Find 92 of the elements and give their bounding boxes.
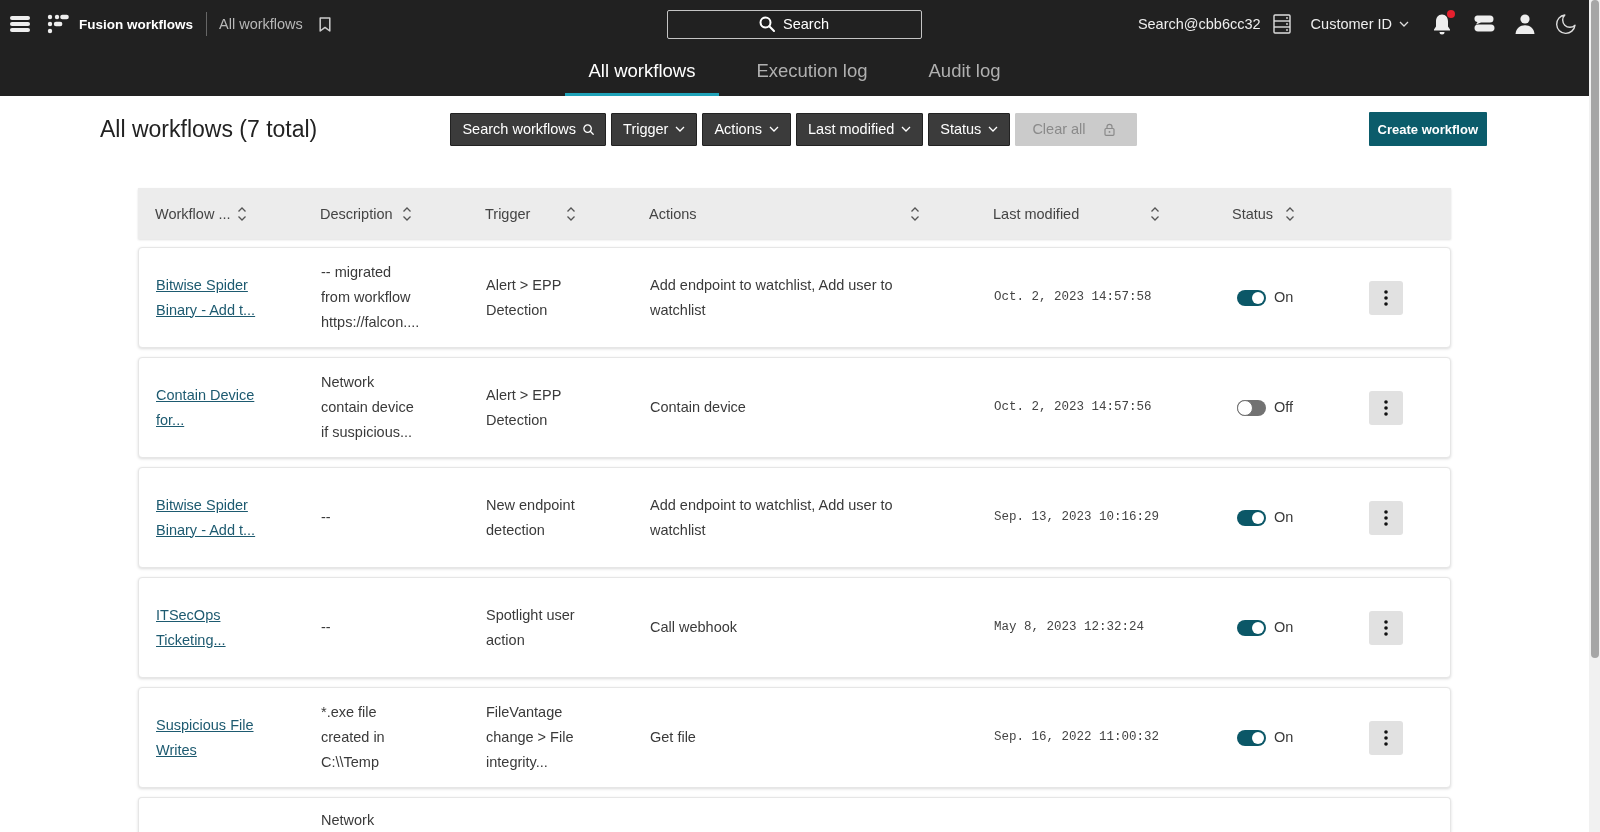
more-button[interactable] [1369, 720, 1403, 755]
chevron-down-icon [988, 126, 999, 132]
scrollbar-thumb[interactable] [1591, 0, 1599, 658]
column-header[interactable]: Last modified [993, 205, 1080, 222]
modified-date: Sep. 13, 2023 10:16:29 [994, 509, 1160, 526]
workflow-description: Network contain device if suspicious... [321, 373, 415, 442]
chevron-down-icon [1399, 21, 1409, 27]
chat-bubbles-icon[interactable] [1473, 14, 1495, 34]
workflow-link[interactable]: Contain Device for... [156, 382, 271, 433]
status-label: Off [1274, 398, 1294, 417]
trigger-text: Alert > EPP Detection [486, 275, 563, 320]
more-button[interactable] [1369, 390, 1403, 425]
workflow-link[interactable]: Bitwise Spider Binary - Add t... [156, 272, 271, 323]
modified-date: Oct. 2, 2023 14:57:56 [994, 399, 1152, 416]
toggle-switch[interactable] [1237, 619, 1266, 636]
column-header[interactable]: Actions [649, 205, 697, 222]
chevron-down-icon [901, 126, 912, 132]
more-icon [1384, 289, 1388, 306]
status-label: On [1274, 728, 1294, 747]
workflow-link[interactable]: Bitwise Spider Binary - Add t... [156, 492, 271, 543]
trigger-text: Spotlight user action [486, 605, 576, 650]
sort-icon[interactable] [1150, 205, 1160, 222]
app-title: Fusion workflows [79, 16, 193, 32]
workflow-link[interactable]: ITSecOps Ticketing... [156, 602, 271, 653]
actions-text: Add endpoint to watchlist, Add user to watchlist [650, 495, 894, 540]
menu-icon[interactable] [10, 16, 30, 32]
filter-dropdown[interactable]: Status [928, 112, 1011, 146]
workflow-description: -- migrated from workflow https://falcon.... [321, 263, 421, 332]
bell-icon[interactable] [1432, 13, 1452, 35]
sort-icon[interactable] [566, 205, 576, 222]
tab[interactable]: All workflows [564, 48, 720, 96]
status-label: On [1274, 288, 1294, 307]
chevron-down-icon [769, 126, 779, 132]
column-header[interactable]: Trigger [485, 205, 531, 222]
modified-date: Oct. 2, 2023 14:57:58 [994, 289, 1152, 306]
search-field[interactable]: Search [666, 9, 922, 39]
filter-dropdown[interactable]: Trigger [611, 112, 698, 146]
server-icon[interactable] [1272, 14, 1291, 34]
more-button[interactable] [1369, 500, 1403, 535]
create-workflow-button[interactable]: Create workflow [1368, 112, 1487, 146]
trigger-text: Alert > EPP Detection [486, 385, 563, 430]
more-icon [1384, 399, 1388, 416]
lock-icon [1103, 122, 1115, 136]
more-icon [1384, 729, 1388, 746]
toggle-switch[interactable] [1237, 509, 1266, 526]
column-header[interactable]: Workflow ... [155, 205, 231, 222]
sort-icon[interactable] [237, 205, 247, 222]
status-label: On [1274, 618, 1294, 637]
more-icon [1384, 619, 1388, 636]
more-icon [1384, 509, 1388, 526]
tab[interactable]: Audit log [904, 48, 1025, 96]
workflow-description: -- [321, 508, 331, 527]
search-input[interactable]: Search [783, 16, 829, 32]
trigger-text: FileVantage change > File integrity... [486, 703, 575, 772]
actions-text: Call webhook [650, 618, 738, 637]
trigger-text: New endpoint detection [486, 495, 576, 540]
column-header[interactable]: Status [1232, 205, 1274, 222]
breadcrumb-link[interactable]: All workflows [219, 16, 303, 32]
workflow-link[interactable]: Suspicious File Writes [156, 712, 271, 763]
user-icon[interactable] [1514, 14, 1536, 34]
tab[interactable]: Execution log [732, 48, 892, 96]
actions-text: Get file [650, 728, 696, 747]
toggle-switch[interactable] [1237, 729, 1266, 746]
actions-text: Contain device [650, 398, 746, 417]
toggle-switch[interactable] [1237, 399, 1266, 416]
customer-menu[interactable]: Customer ID [1310, 16, 1409, 32]
chevron-down-icon [675, 126, 686, 132]
workflow-description: -- [321, 618, 331, 637]
search-icon [759, 16, 775, 32]
sort-icon[interactable] [1285, 205, 1295, 222]
status-label: On [1274, 508, 1294, 527]
workflow-description: *.exe file created in C:\\Temp [321, 703, 386, 772]
scrollbar[interactable] [1589, 0, 1600, 832]
column-header[interactable]: Description [320, 205, 393, 222]
search-filter-button[interactable]: Search workflows [450, 112, 607, 146]
sort-icon[interactable] [910, 205, 920, 222]
account-name[interactable]: Search@cbb6cc32 [1137, 16, 1261, 32]
more-button[interactable] [1369, 610, 1403, 645]
logo-icon [47, 14, 69, 34]
page-title: All workflows (7 total) [100, 115, 318, 143]
bookmark-icon[interactable] [318, 16, 331, 32]
search-icon [583, 123, 595, 135]
filter-dropdown[interactable]: Last modified [796, 112, 924, 146]
more-button[interactable] [1369, 280, 1403, 315]
modified-date: May 8, 2023 12:32:24 [994, 619, 1145, 636]
actions-text: Add endpoint to watchlist, Add user to watchlist [650, 275, 894, 320]
filter-dropdown[interactable]: Actions [702, 112, 791, 146]
moon-icon[interactable] [1554, 12, 1578, 36]
modified-date: Sep. 16, 2022 11:00:32 [994, 729, 1160, 746]
workflow-description: Network [321, 811, 375, 830]
toggle-switch[interactable] [1237, 289, 1266, 306]
sort-icon[interactable] [402, 205, 412, 222]
